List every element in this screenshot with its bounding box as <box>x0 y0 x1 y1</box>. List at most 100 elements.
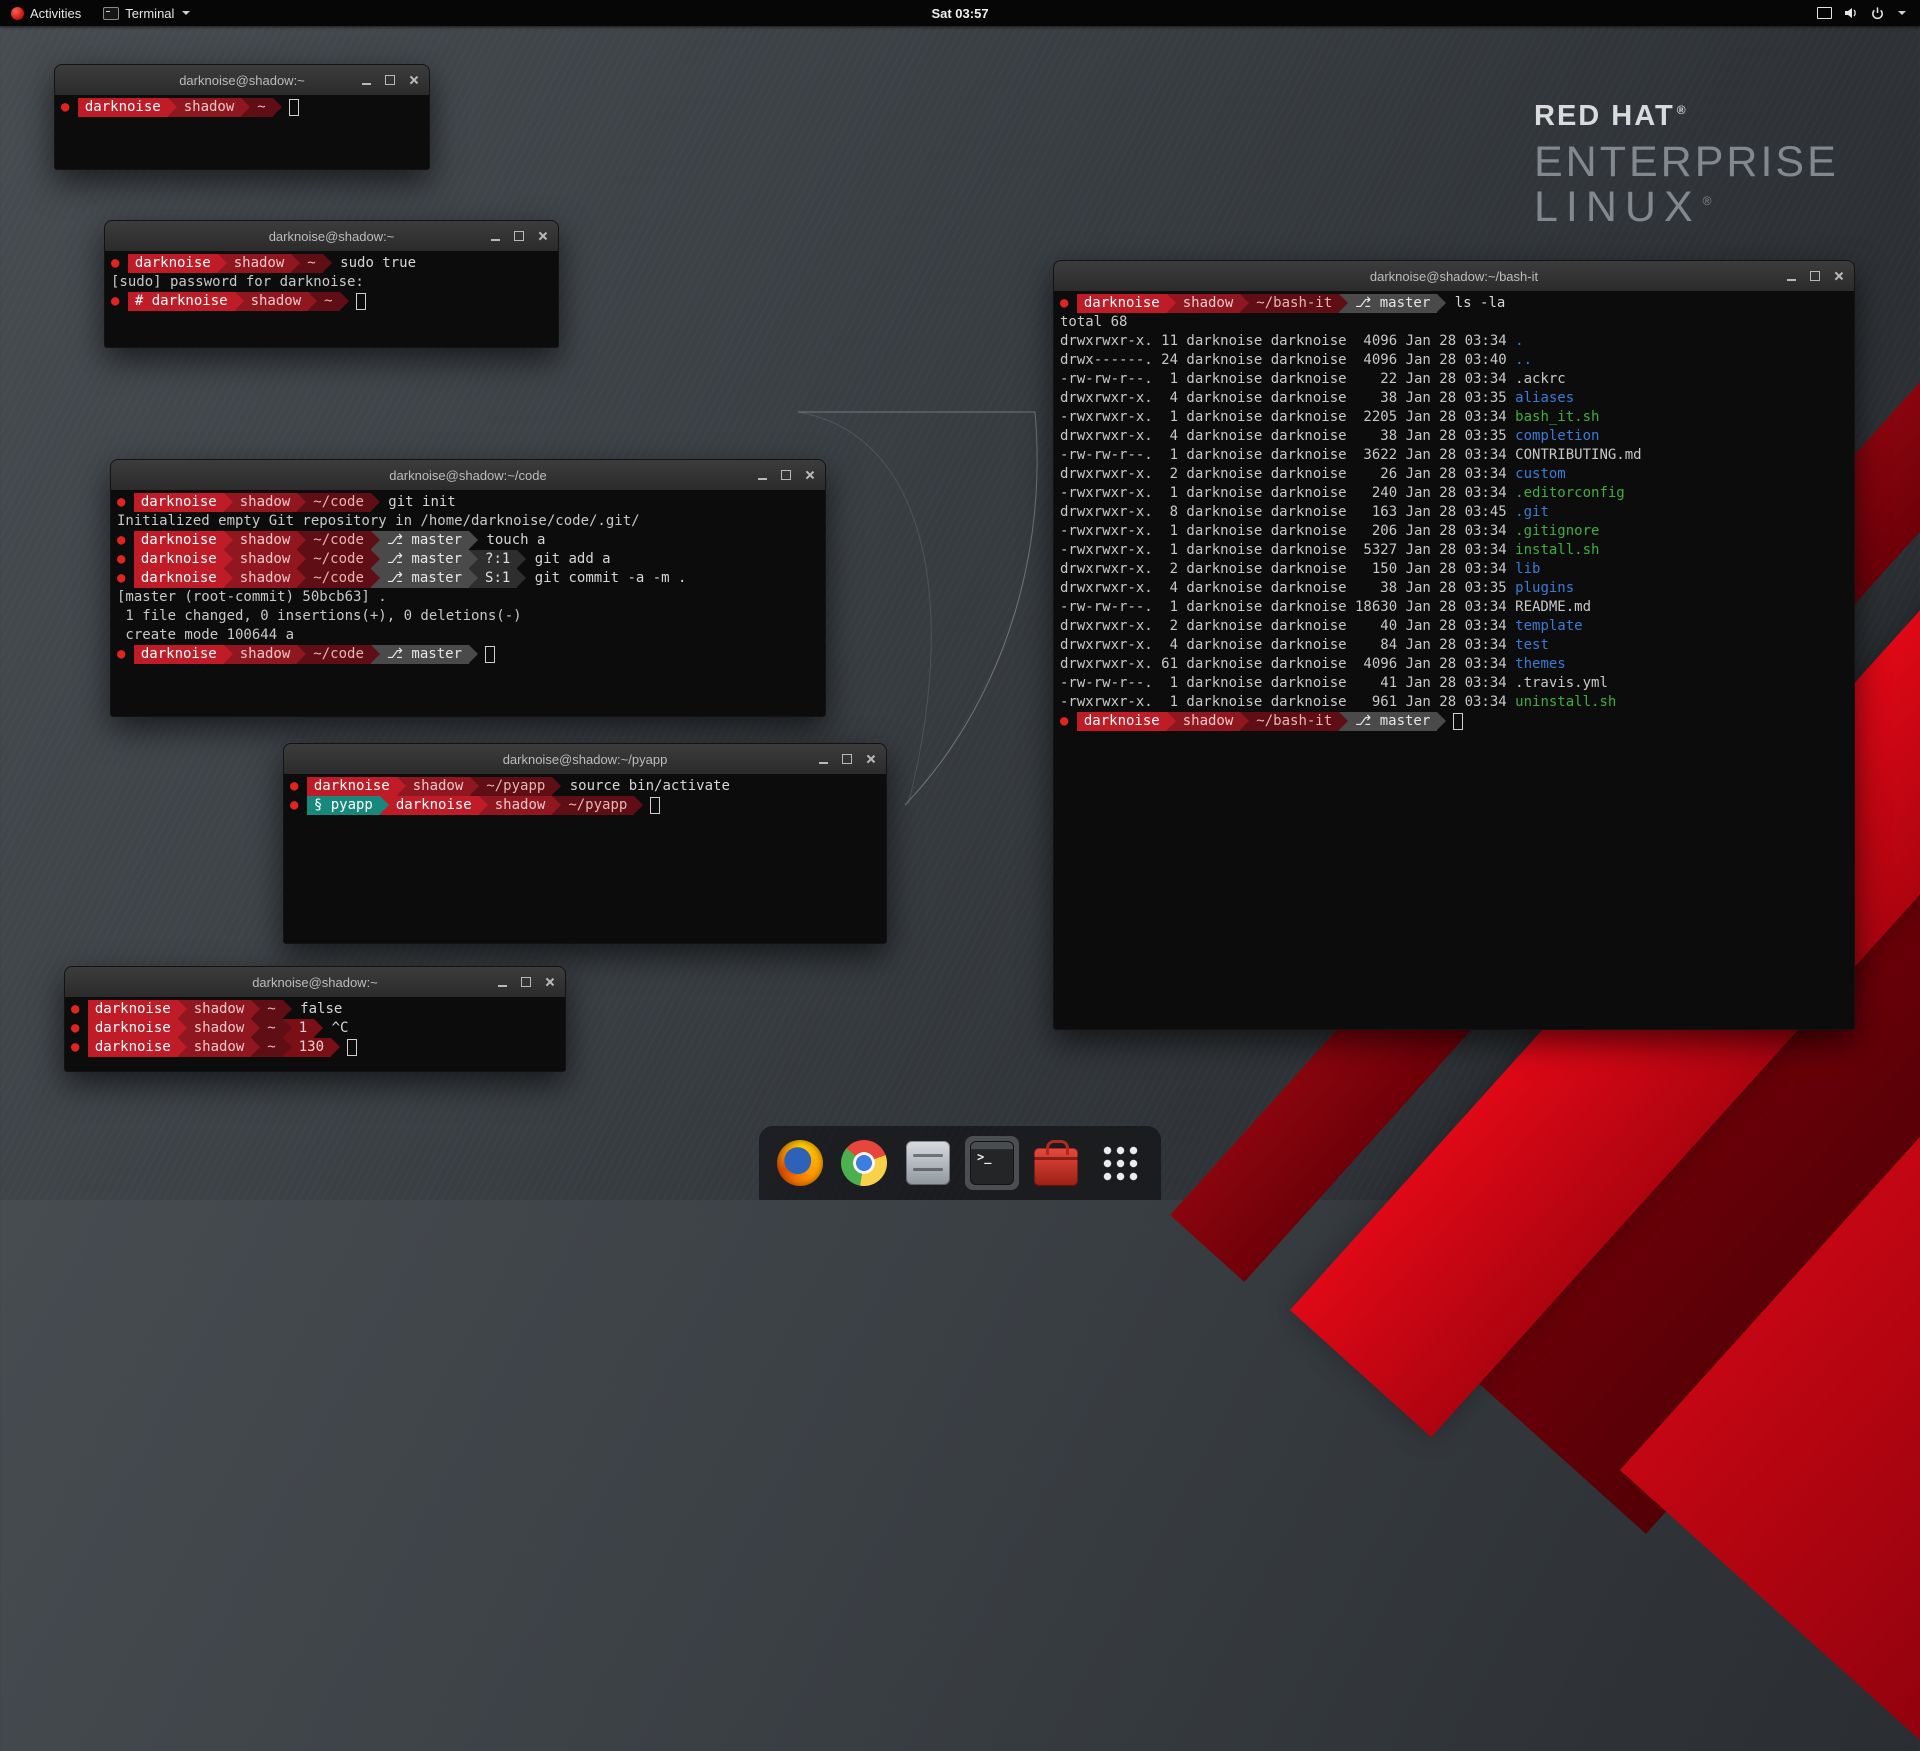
close-button[interactable] <box>805 470 815 480</box>
titlebar[interactable]: darknoise@shadow:~ <box>55 65 429 96</box>
powerline-arrow-icon <box>235 292 244 311</box>
titlebar[interactable]: darknoise@shadow:~ <box>65 967 565 998</box>
powerline-arrow-icon <box>479 796 488 815</box>
powerline-arrow-icon <box>380 796 389 815</box>
minimize-button[interactable] <box>491 239 500 241</box>
directory-name: completion <box>1515 428 1599 444</box>
powerline-arrow-icon <box>469 531 478 550</box>
maximize-button[interactable] <box>781 470 791 480</box>
output-text: drwxrwxr-x. 61 darknoise darknoise 4096 … <box>1060 656 1515 672</box>
output-text: -rw-rw-r--. 1 darknoise darknoise 41 Jan… <box>1060 675 1608 691</box>
dock-item-chrome[interactable] <box>837 1136 891 1190</box>
close-button[interactable] <box>538 231 548 241</box>
close-button[interactable] <box>545 977 555 987</box>
powerline-arrow-icon <box>469 645 478 664</box>
minimize-button[interactable] <box>1787 279 1796 281</box>
close-button[interactable] <box>409 75 419 85</box>
prompt-path-segment: ~/code <box>306 569 371 588</box>
powerline-arrow-icon <box>1437 712 1446 731</box>
terminal-content[interactable]: ● darknoiseshadow~ <box>55 95 429 169</box>
dock-item-software[interactable] <box>1029 1136 1083 1190</box>
terminal-line: -rw-rw-r--. 1 darknoise darknoise 18630 … <box>1060 598 1848 617</box>
terminal-cursor <box>347 1039 357 1056</box>
output-text: -rwxrwxr-x. 1 darknoise darknoise 5327 J… <box>1060 542 1515 558</box>
prompt-host-segment: shadow <box>233 645 298 664</box>
prompt-host-segment: shadow <box>187 1000 252 1019</box>
prompt-distro-icon: ● <box>1060 295 1077 311</box>
maximize-button[interactable] <box>385 75 395 85</box>
terminal-line: ● darknoiseshadow~/code⎇ master <box>117 645 819 664</box>
terminal-line: drwxrwxr-x. 2 darknoise darknoise 150 Ja… <box>1060 560 1848 579</box>
prompt-distro-icon: ● <box>290 797 307 813</box>
powerline-arrow-icon <box>1240 712 1249 731</box>
terminal-line: -rwxrwxr-x. 1 darknoise darknoise 240 Ja… <box>1060 484 1848 503</box>
terminal-window-home-1[interactable]: darknoise@shadow:~ ● darknoiseshadow~ <box>54 64 430 170</box>
output-text: drwxrwxr-x. 4 darknoise darknoise 38 Jan… <box>1060 390 1515 406</box>
titlebar[interactable]: darknoise@shadow:~/code <box>111 460 825 491</box>
terminal-window-code[interactable]: darknoise@shadow:~/code ● darknoiseshado… <box>110 459 826 717</box>
prompt-host-segment: shadow <box>187 1038 252 1057</box>
terminal-cursor <box>289 99 299 116</box>
prompt-git-segment: ⎇ master <box>1348 712 1437 731</box>
output-text: total 68 <box>1060 314 1127 330</box>
powerline-arrow-icon <box>283 1000 292 1019</box>
maximize-button[interactable] <box>514 231 524 241</box>
command-text: git commit -a -m . <box>526 570 686 586</box>
terminal-line: total 68 <box>1060 313 1848 332</box>
titlebar[interactable]: darknoise@shadow:~ <box>105 221 558 252</box>
terminal-content[interactable]: ● darknoiseshadow~ false● darknoiseshado… <box>65 997 565 1071</box>
titlebar[interactable]: darknoise@shadow:~/bash-it <box>1054 261 1854 292</box>
terminal-window-bash-it[interactable]: darknoise@shadow:~/bash-it ● darknoisesh… <box>1053 260 1855 1030</box>
minimize-button[interactable] <box>758 478 767 480</box>
terminal-content[interactable]: ● darknoiseshadow~ sudo true[sudo] passw… <box>105 251 558 347</box>
window-title: darknoise@shadow:~/pyapp <box>503 752 668 767</box>
directory-name: aliases <box>1515 390 1574 406</box>
system-status-area[interactable] <box>1807 0 1916 26</box>
executable-name: .editorconfig <box>1515 485 1625 501</box>
terminal-line: drwxrwxr-x. 11 darknoise darknoise 4096 … <box>1060 332 1848 351</box>
minimize-button[interactable] <box>362 83 371 85</box>
terminal-window-home-2[interactable]: darknoise@shadow:~ ● darknoiseshadow~ fa… <box>64 966 566 1072</box>
dock-item-app-grid[interactable] <box>1093 1136 1147 1190</box>
terminal-line: drwxrwxr-x. 4 darknoise darknoise 38 Jan… <box>1060 579 1848 598</box>
terminal-line: -rwxrwxr-x. 1 darknoise darknoise 961 Ja… <box>1060 693 1848 712</box>
maximize-button[interactable] <box>521 977 531 987</box>
terminal-line: drwxrwxr-x. 2 darknoise darknoise 26 Jan… <box>1060 465 1848 484</box>
close-button[interactable] <box>866 754 876 764</box>
maximize-button[interactable] <box>1810 271 1820 281</box>
maximize-button[interactable] <box>842 754 852 764</box>
dock-item-firefox[interactable] <box>773 1136 827 1190</box>
terminal-window-sudo[interactable]: darknoise@shadow:~ ● darknoiseshadow~ su… <box>104 220 559 348</box>
terminal-content[interactable]: ● darknoiseshadow~/code git initInitiali… <box>111 490 825 716</box>
app-menu-terminal[interactable]: Terminal <box>92 0 201 26</box>
activities-button[interactable]: Activities <box>0 0 92 26</box>
terminal-content[interactable]: ● darknoiseshadow~/bash-it⎇ master ls -l… <box>1054 291 1854 1029</box>
titlebar[interactable]: darknoise@shadow:~/pyapp <box>284 744 886 775</box>
prompt-user-segment: darknoise <box>134 569 224 588</box>
terminal-cursor <box>485 646 495 663</box>
dock-item-files[interactable] <box>901 1136 955 1190</box>
dock: >_ <box>759 1126 1161 1200</box>
prompt-distro-icon: ● <box>1060 713 1077 729</box>
prompt-user-segment: darknoise <box>1077 712 1167 731</box>
minimize-button[interactable] <box>498 985 507 987</box>
close-button[interactable] <box>1834 271 1844 281</box>
caret-down-icon <box>1898 11 1906 15</box>
prompt-distro-icon: ● <box>117 570 134 586</box>
prompt-host-segment: shadow <box>187 1019 252 1038</box>
directory-name: template <box>1515 618 1582 634</box>
dock-item-terminal[interactable]: >_ <box>965 1136 1019 1190</box>
brand-redhat: RED HAT® <box>1534 100 1839 133</box>
terminal-content[interactable]: ● darknoiseshadow~/pyapp source bin/acti… <box>284 774 886 943</box>
prompt-distro-icon: ● <box>71 1039 88 1055</box>
redhat-logo-icon <box>11 7 24 20</box>
terminal-line: drwxrwxr-x. 8 darknoise darknoise 163 Ja… <box>1060 503 1848 522</box>
terminal-line: drwxrwxr-x. 4 darknoise darknoise 84 Jan… <box>1060 636 1848 655</box>
minimize-button[interactable] <box>819 762 828 764</box>
powerline-arrow-icon <box>251 1019 260 1038</box>
clock[interactable]: Sat 03:57 <box>931 6 988 21</box>
prompt-host-segment: shadow <box>244 292 309 311</box>
terminal-window-pyapp[interactable]: darknoise@shadow:~/pyapp ● darknoiseshad… <box>283 743 887 944</box>
output-text: drwxrwxr-x. 2 darknoise darknoise 40 Jan… <box>1060 618 1515 634</box>
powerline-arrow-icon <box>297 550 306 569</box>
